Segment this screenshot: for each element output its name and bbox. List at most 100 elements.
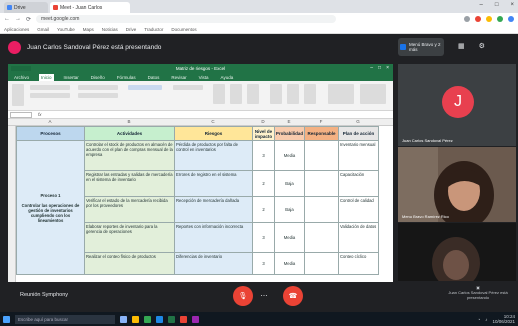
responsible-cell[interactable] [304,222,339,253]
wrap-text-button[interactable] [128,85,162,90]
header-cell[interactable]: Responsable [304,126,339,141]
cell-styles-button[interactable] [247,84,259,104]
participant-tile[interactable]: Menu Bravo Ramírez Rico [398,147,516,222]
probability-cell[interactable]: Baja [274,196,305,223]
volume-icon[interactable]: ♪ [485,317,487,322]
excel-icon[interactable] [168,315,175,323]
presenting-chip[interactable]: Menú Bravo y 2 más [398,38,444,56]
taskbar-search-input[interactable]: Escribe aquí para buscar [15,314,115,324]
close-icon[interactable]: × [510,2,514,8]
risk-cell[interactable]: Errores de registro en el sistema [174,170,253,197]
name-box[interactable] [10,111,32,118]
activity-cell[interactable]: Elaborar reportes de inventario para la … [84,222,175,253]
bookmark-item[interactable]: Aplicaciones [4,27,29,32]
more-options-button[interactable]: ⋯ [258,290,270,302]
clock[interactable]: 10:24 10/06/2021 [492,314,515,324]
powerpoint-icon[interactable] [180,315,187,323]
impact-cell[interactable]: 3 [252,140,275,171]
bookmark-item[interactable]: Maps [83,27,94,32]
bookmark-item[interactable]: Traductor [144,27,163,32]
column-header[interactable]: F [304,119,338,124]
plan-cell[interactable]: Conteo cíclico [338,252,379,275]
font-format-buttons[interactable] [30,93,70,98]
bookmark-item[interactable]: Drive [126,27,137,32]
bookmark-item[interactable]: Documentos [171,27,196,32]
font-selector[interactable] [30,85,70,90]
plan-cell[interactable]: Control de calidad [338,196,379,223]
probability-cell[interactable]: Media [274,140,305,171]
insert-button[interactable] [270,84,282,104]
responsible-cell[interactable] [304,140,339,171]
header-cell[interactable]: Plan de acción [338,126,379,141]
word-icon[interactable] [156,315,163,323]
probability-cell[interactable]: Media [274,222,305,253]
participant-tile[interactable]: J Juan Carlos Sandoval Pérez [398,64,516,146]
impact-cell[interactable]: 2 [252,196,275,223]
bookmark-item[interactable]: YouTube [57,27,75,32]
header-cell[interactable]: Probabilidad [274,126,305,141]
responsible-cell[interactable] [304,252,339,275]
maximize-icon[interactable]: □ [378,65,381,71]
format-table-button[interactable] [230,84,242,104]
header-cell[interactable]: Actividades [84,126,175,141]
settings-icon[interactable]: ⚙ [479,42,485,50]
windows-start-icon[interactable] [3,315,10,323]
format-button[interactable] [304,84,316,104]
paste-button[interactable] [12,84,24,106]
quick-access-toolbar[interactable] [11,66,31,71]
bookmark-star-icon[interactable] [464,16,470,22]
presenting-status[interactable]: ▣ Juan Carlos Sandoval Pérez está presen… [448,285,508,300]
minimize-icon[interactable]: – [370,65,373,71]
activity-cell[interactable]: Controlar el stock de productos en almac… [84,140,175,171]
plan-cell[interactable]: Validación de datos [338,222,379,253]
risk-cell[interactable]: Pérdida de productos por falta de contro… [174,140,253,171]
extension-icon[interactable] [497,16,503,22]
responsible-cell[interactable] [304,170,339,197]
column-header[interactable]: A [16,119,84,124]
probability-cell[interactable]: Media [274,252,305,275]
browser-tab-meet[interactable]: Meet - Juan Carlos [50,2,130,13]
ribbon-tab[interactable]: Datos [146,74,162,81]
plan-cell[interactable]: Capacitación [338,170,379,197]
leave-call-button[interactable]: ☎ [283,286,303,306]
alignment-buttons[interactable] [78,85,118,90]
reload-icon[interactable]: ⟳ [26,16,31,23]
wifi-icon[interactable]: ◔ [478,317,481,322]
editing-group[interactable] [328,84,354,104]
ribbon-tab[interactable]: Archivo [12,74,31,81]
task-view-icon[interactable] [120,315,127,323]
column-header[interactable]: E [274,119,304,124]
header-cell[interactable]: Riesgos [174,126,253,141]
back-icon[interactable]: ← [4,16,10,22]
close-icon[interactable]: × [386,65,389,71]
activity-cell[interactable]: Verificar el estado de la mercadería rec… [84,196,175,223]
forward-icon[interactable]: → [15,16,21,22]
bookmark-item[interactable]: Noticias [102,27,118,32]
column-header[interactable]: B [84,119,174,124]
minimize-icon[interactable]: – [480,2,483,8]
process-cell[interactable]: Proceso 1 Controlar las operaciones de ge… [16,140,85,275]
url-input[interactable]: meet.google.com [36,15,337,23]
impact-cell[interactable]: 2 [252,170,275,197]
header-cell[interactable]: Procesos [16,126,85,141]
extension-icon[interactable] [475,16,481,22]
chrome-icon[interactable] [144,315,151,323]
column-header[interactable]: C [174,119,252,124]
ribbon-tab[interactable]: Ayuda [219,74,236,81]
alignment-buttons[interactable] [78,93,118,98]
ribbon-tab[interactable]: Revisar [169,74,188,81]
plan-cell[interactable]: Inventario mensual [338,140,379,171]
meeting-name[interactable]: Reunión Symphony [20,292,68,298]
extension-icon[interactable] [486,16,492,22]
teams-icon[interactable] [192,315,199,323]
probability-cell[interactable]: Baja [274,170,305,197]
ribbon-tab-active[interactable]: Inicio [39,74,54,81]
profile-avatar[interactable] [508,16,514,22]
ribbon-tab[interactable]: Vista [197,74,211,81]
risk-cell[interactable]: Recepción de mercadería dañada [174,196,253,223]
number-format-select[interactable] [173,85,203,90]
impact-cell[interactable]: 3 [252,252,275,275]
risk-cell[interactable]: Diferencias de inventario [174,252,253,275]
activity-cell[interactable]: Realizar el conteo físico de productos [84,252,175,275]
layout-icon[interactable]: ▦ [458,42,465,50]
